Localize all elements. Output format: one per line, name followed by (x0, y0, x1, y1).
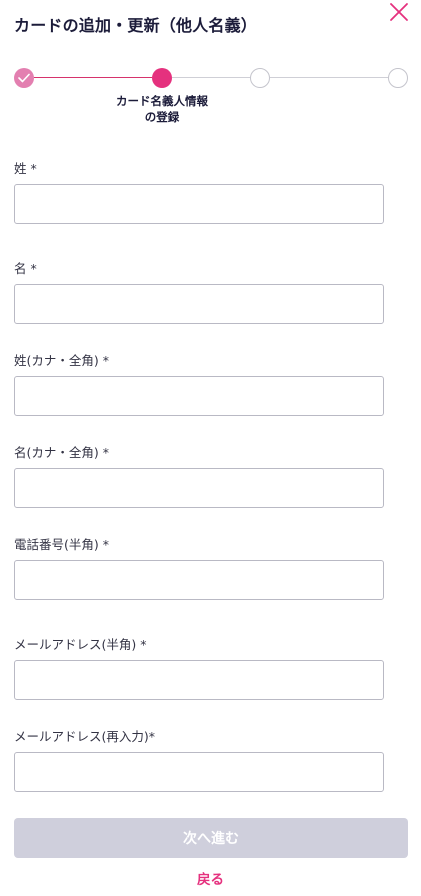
step-4-pending (388, 68, 408, 88)
check-icon (18, 73, 30, 83)
email-confirm-input[interactable] (14, 752, 384, 792)
last-name-kana-label: 姓(カナ・全角) * (14, 353, 109, 368)
next-button[interactable]: 次へ進む (14, 818, 408, 858)
back-link[interactable]: 戻る (0, 868, 421, 888)
current-step-caption-line2: の登録 (144, 110, 180, 124)
first-name-kana-label: 名(カナ・全角) * (14, 445, 109, 460)
email-label: メールアドレス(半角) * (14, 637, 147, 652)
current-step-caption: カード名義人情報 の登録 (102, 93, 222, 125)
step-1-completed (14, 68, 34, 88)
stepper-line-pending (172, 77, 250, 78)
first-name-label: 名 * (14, 261, 37, 276)
last-name-input[interactable] (14, 184, 384, 224)
page-title: カードの追加・更新（他人名義） (14, 16, 258, 35)
step-3-pending (250, 68, 270, 88)
stepper-line-completed (34, 77, 152, 78)
last-name-label: 姓 * (14, 161, 37, 176)
step-2-current (152, 68, 172, 88)
current-step-caption-line1: カード名義人情報 (116, 94, 208, 108)
first-name-input[interactable] (14, 284, 384, 324)
close-icon (390, 3, 408, 21)
close-button[interactable] (388, 1, 410, 23)
phone-label: 電話番号(半角) * (14, 537, 109, 552)
first-name-kana-input[interactable] (14, 468, 384, 508)
progress-stepper: カード名義人情報 の登録 (0, 66, 421, 126)
email-input[interactable] (14, 660, 384, 700)
card-holder-form-page: カードの追加・更新（他人名義） カード名義人情報 の登録 姓 * 名 * 姓(カ… (0, 0, 421, 896)
last-name-kana-input[interactable] (14, 376, 384, 416)
phone-input[interactable] (14, 560, 384, 600)
stepper-line-pending (270, 77, 388, 78)
email-confirm-label: メールアドレス(再入力)* (14, 729, 156, 744)
